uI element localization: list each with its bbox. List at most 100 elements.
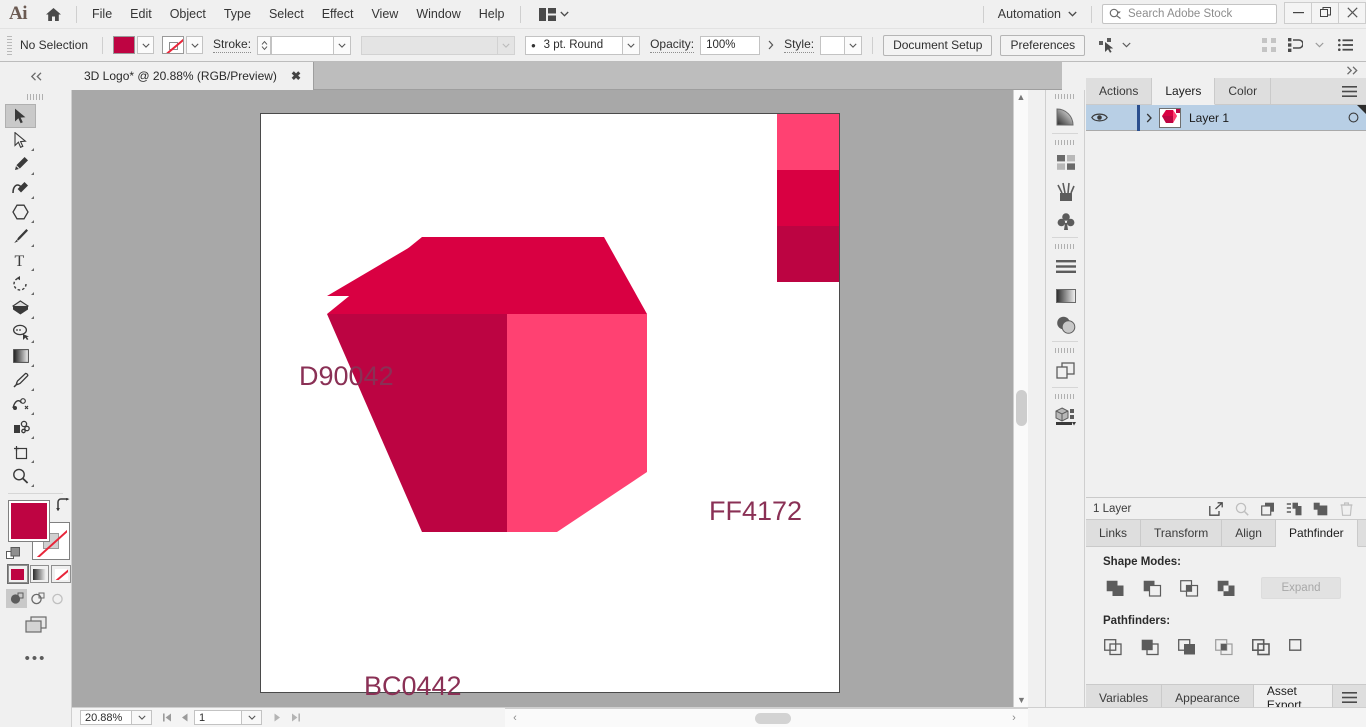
type-tool[interactable]: T xyxy=(5,248,36,272)
search-adobe-stock-input[interactable]: Search Adobe Stock xyxy=(1102,4,1277,24)
intersect-icon[interactable] xyxy=(1171,575,1208,601)
arrange-documents-button[interactable] xyxy=(533,5,575,24)
draw-inside-button[interactable] xyxy=(48,589,69,608)
menu-window[interactable]: Window xyxy=(407,2,469,26)
symbols-panel-icon[interactable] xyxy=(1046,206,1086,235)
layer-row[interactable]: Layer 1 xyxy=(1086,104,1366,131)
gradient-mode-button[interactable] xyxy=(29,565,50,583)
style-label[interactable]: Style: xyxy=(784,37,815,53)
eyedropper-tool[interactable] xyxy=(5,368,36,392)
draw-normal-button[interactable] xyxy=(6,589,27,608)
edit-toolbar-button[interactable]: ••• xyxy=(0,634,71,667)
gradient2-panel-icon[interactable] xyxy=(1046,281,1086,310)
release-to-layers-icon[interactable] xyxy=(1203,499,1229,519)
minimize-button[interactable] xyxy=(1284,1,1312,24)
menu-object[interactable]: Object xyxy=(161,2,215,26)
menu-effect[interactable]: Effect xyxy=(313,2,363,26)
control-bar-menu-icon[interactable] xyxy=(1330,39,1360,51)
menu-file[interactable]: File xyxy=(83,2,121,26)
document-tab[interactable]: 3D Logo* @ 20.88% (RGB/Preview) ✖ xyxy=(72,62,314,90)
zoom-dropdown-arrow[interactable] xyxy=(132,710,152,725)
paintbrush-tool[interactable] xyxy=(5,224,36,248)
delete-selection-icon[interactable] xyxy=(1333,499,1359,519)
chevron-right-icon[interactable] xyxy=(1140,113,1159,123)
make-clipping-mask-icon[interactable] xyxy=(1255,499,1281,519)
rotate-tool[interactable] xyxy=(5,272,36,296)
outline-icon[interactable] xyxy=(1243,634,1280,660)
swatch-bc0442[interactable] xyxy=(777,226,839,282)
unite-icon[interactable] xyxy=(1097,575,1134,601)
zoom-control[interactable]: 20.88% xyxy=(72,710,152,725)
home-icon[interactable] xyxy=(36,0,70,29)
pathfinder-panel-menu-icon[interactable] xyxy=(1358,520,1366,546)
trim-icon[interactable] xyxy=(1132,634,1169,660)
color-mode-button[interactable] xyxy=(7,564,29,584)
swatch-ff4172[interactable] xyxy=(777,114,839,170)
graphic-style-control[interactable] xyxy=(820,35,863,55)
scroll-left-icon[interactable]: ‹ xyxy=(505,712,525,724)
menu-select[interactable]: Select xyxy=(260,2,313,26)
default-fill-stroke-icon[interactable] xyxy=(6,547,20,561)
dock-gripper[interactable] xyxy=(1046,344,1084,356)
dock-gripper[interactable] xyxy=(1046,136,1084,148)
gradient-eraser-tool[interactable] xyxy=(5,296,36,320)
3d-cube-artwork[interactable] xyxy=(326,232,688,552)
pen-tool[interactable] xyxy=(5,152,36,176)
create-new-layer-icon[interactable] xyxy=(1307,499,1333,519)
stroke-weight-value[interactable] xyxy=(271,35,335,55)
merge-icon[interactable] xyxy=(1169,634,1206,660)
document-setup-button[interactable]: Document Setup xyxy=(883,34,993,56)
curvature-tool[interactable] xyxy=(5,176,36,200)
fill-swatch[interactable] xyxy=(113,36,136,54)
fill-dropdown-arrow[interactable] xyxy=(137,36,155,54)
layer-name[interactable]: Layer 1 xyxy=(1189,111,1340,125)
scroll-up-icon[interactable]: ▲ xyxy=(1014,90,1028,104)
create-new-sublayer-icon[interactable] xyxy=(1281,499,1307,519)
shape-tool[interactable] xyxy=(5,200,36,224)
artboard-tool[interactable] xyxy=(5,440,36,464)
panel-collapse-strip[interactable] xyxy=(1086,62,1366,78)
paragraph-panel-icon[interactable] xyxy=(1046,252,1086,281)
style-value[interactable] xyxy=(820,35,846,55)
lasso-tool[interactable] xyxy=(5,320,36,344)
dock-gripper[interactable] xyxy=(1046,240,1084,252)
layers-panel-menu-icon[interactable] xyxy=(1333,78,1366,104)
minus-back-icon[interactable] xyxy=(1280,634,1317,660)
menu-edit[interactable]: Edit xyxy=(121,2,161,26)
crop-icon[interactable] xyxy=(1206,634,1243,660)
minus-front-icon[interactable] xyxy=(1134,575,1171,601)
first-artboard-icon[interactable] xyxy=(158,713,176,722)
selection-tool[interactable] xyxy=(5,104,36,128)
fill-color-control[interactable] xyxy=(113,36,155,54)
scroll-right-icon[interactable]: › xyxy=(1004,712,1024,724)
zoom-tool[interactable] xyxy=(5,464,36,488)
tab-transform[interactable]: Transform xyxy=(1141,520,1223,546)
last-artboard-icon[interactable] xyxy=(286,713,304,722)
gradient-tool[interactable] xyxy=(5,344,36,368)
menu-type[interactable]: Type xyxy=(215,2,260,26)
close-icon[interactable]: ✖ xyxy=(291,69,301,83)
eye-icon[interactable] xyxy=(1086,112,1113,123)
brushes-panel-icon[interactable] xyxy=(1046,177,1086,206)
close-button[interactable] xyxy=(1338,1,1366,24)
swap-fill-stroke-icon[interactable] xyxy=(56,498,70,511)
menu-view[interactable]: View xyxy=(362,2,407,26)
layers-list-body[interactable] xyxy=(1086,131,1366,498)
opacity-expand-icon[interactable] xyxy=(760,40,782,50)
locate-object-icon[interactable] xyxy=(1229,499,1255,519)
stroke-dropdown-arrow[interactable] xyxy=(186,36,204,54)
tab-align[interactable]: Align xyxy=(1222,520,1276,546)
swatches-panel-icon[interactable] xyxy=(1046,148,1086,177)
align-panel-icon[interactable] xyxy=(1282,38,1308,52)
horizontal-scroll-thumb[interactable] xyxy=(755,713,791,724)
stroke-swatch-none[interactable] xyxy=(162,36,185,54)
stroke-color-control[interactable] xyxy=(162,36,204,54)
stroke-weight-stepper[interactable] xyxy=(257,35,272,55)
gradient-panel-icon[interactable] xyxy=(1046,102,1086,131)
artboard-number-input[interactable]: 1 xyxy=(194,710,242,725)
canvas-area[interactable]: D90042 FF4172 BC0442 ▲ ▼ xyxy=(72,90,1028,707)
canvas-horizontal-scrollbar[interactable]: ‹ › xyxy=(505,708,1028,727)
align-dropdown-arrow[interactable] xyxy=(1308,42,1330,48)
restore-button[interactable] xyxy=(1311,1,1339,24)
opacity-value[interactable]: 100% xyxy=(700,35,761,55)
